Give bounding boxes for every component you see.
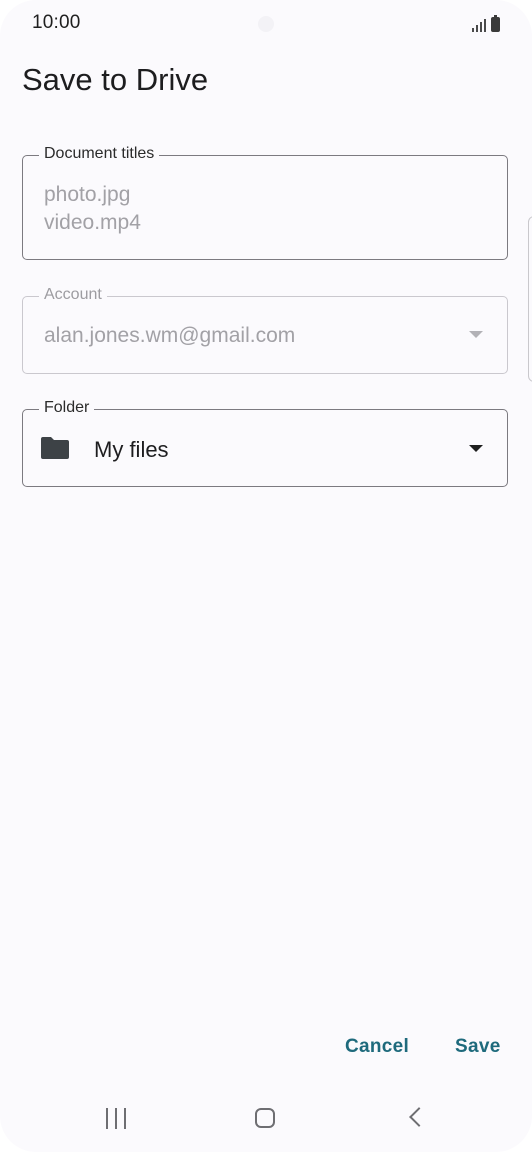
save-button[interactable]: Save — [455, 1036, 501, 1058]
phone-screen: 10:00 Save to Drive Document titles phot… — [0, 0, 532, 1152]
camera-cutout — [258, 16, 274, 32]
scroll-edge-handle — [528, 216, 532, 382]
folder-label: Folder — [39, 399, 95, 417]
home-icon[interactable] — [255, 1108, 275, 1128]
status-icons — [472, 14, 500, 32]
page-title: Save to Drive — [22, 62, 209, 97]
cancel-button[interactable]: Cancel — [345, 1036, 409, 1058]
navigation-bar — [0, 1090, 532, 1152]
folder-icon — [41, 437, 69, 459]
document-title-item: photo.jpg — [44, 183, 131, 206]
document-title-item: video.mp4 — [44, 211, 141, 234]
document-titles-field[interactable]: Document titles photo.jpg video.mp4 — [22, 145, 508, 260]
back-icon[interactable] — [409, 1107, 429, 1127]
signal-icon — [472, 16, 486, 32]
chevron-down-icon[interactable] — [469, 445, 483, 452]
folder-value: My files — [94, 437, 169, 462]
status-time: 10:00 — [32, 12, 81, 33]
account-label: Account — [39, 286, 107, 304]
recents-icon[interactable] — [106, 1108, 126, 1129]
chevron-down-icon — [469, 331, 483, 338]
battery-icon — [491, 15, 500, 32]
document-titles-label: Document titles — [39, 145, 160, 163]
account-dropdown: Account alan.jones.wm@gmail.com — [22, 286, 508, 374]
account-value: alan.jones.wm@gmail.com — [44, 324, 296, 347]
status-bar: 10:00 — [0, 0, 532, 46]
folder-dropdown[interactable]: Folder My files — [22, 399, 508, 487]
document-titles-list: photo.jpg video.mp4 — [44, 181, 141, 237]
